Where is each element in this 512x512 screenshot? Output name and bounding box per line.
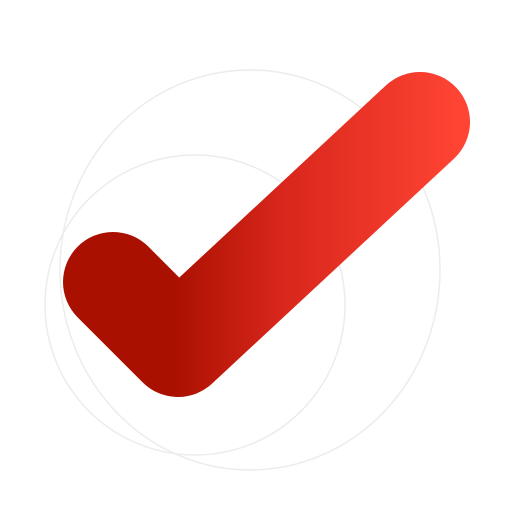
app-icon-canvas (0, 0, 512, 512)
checkmark-graphic (44, 69, 470, 471)
checkmark-icon (63, 72, 470, 397)
